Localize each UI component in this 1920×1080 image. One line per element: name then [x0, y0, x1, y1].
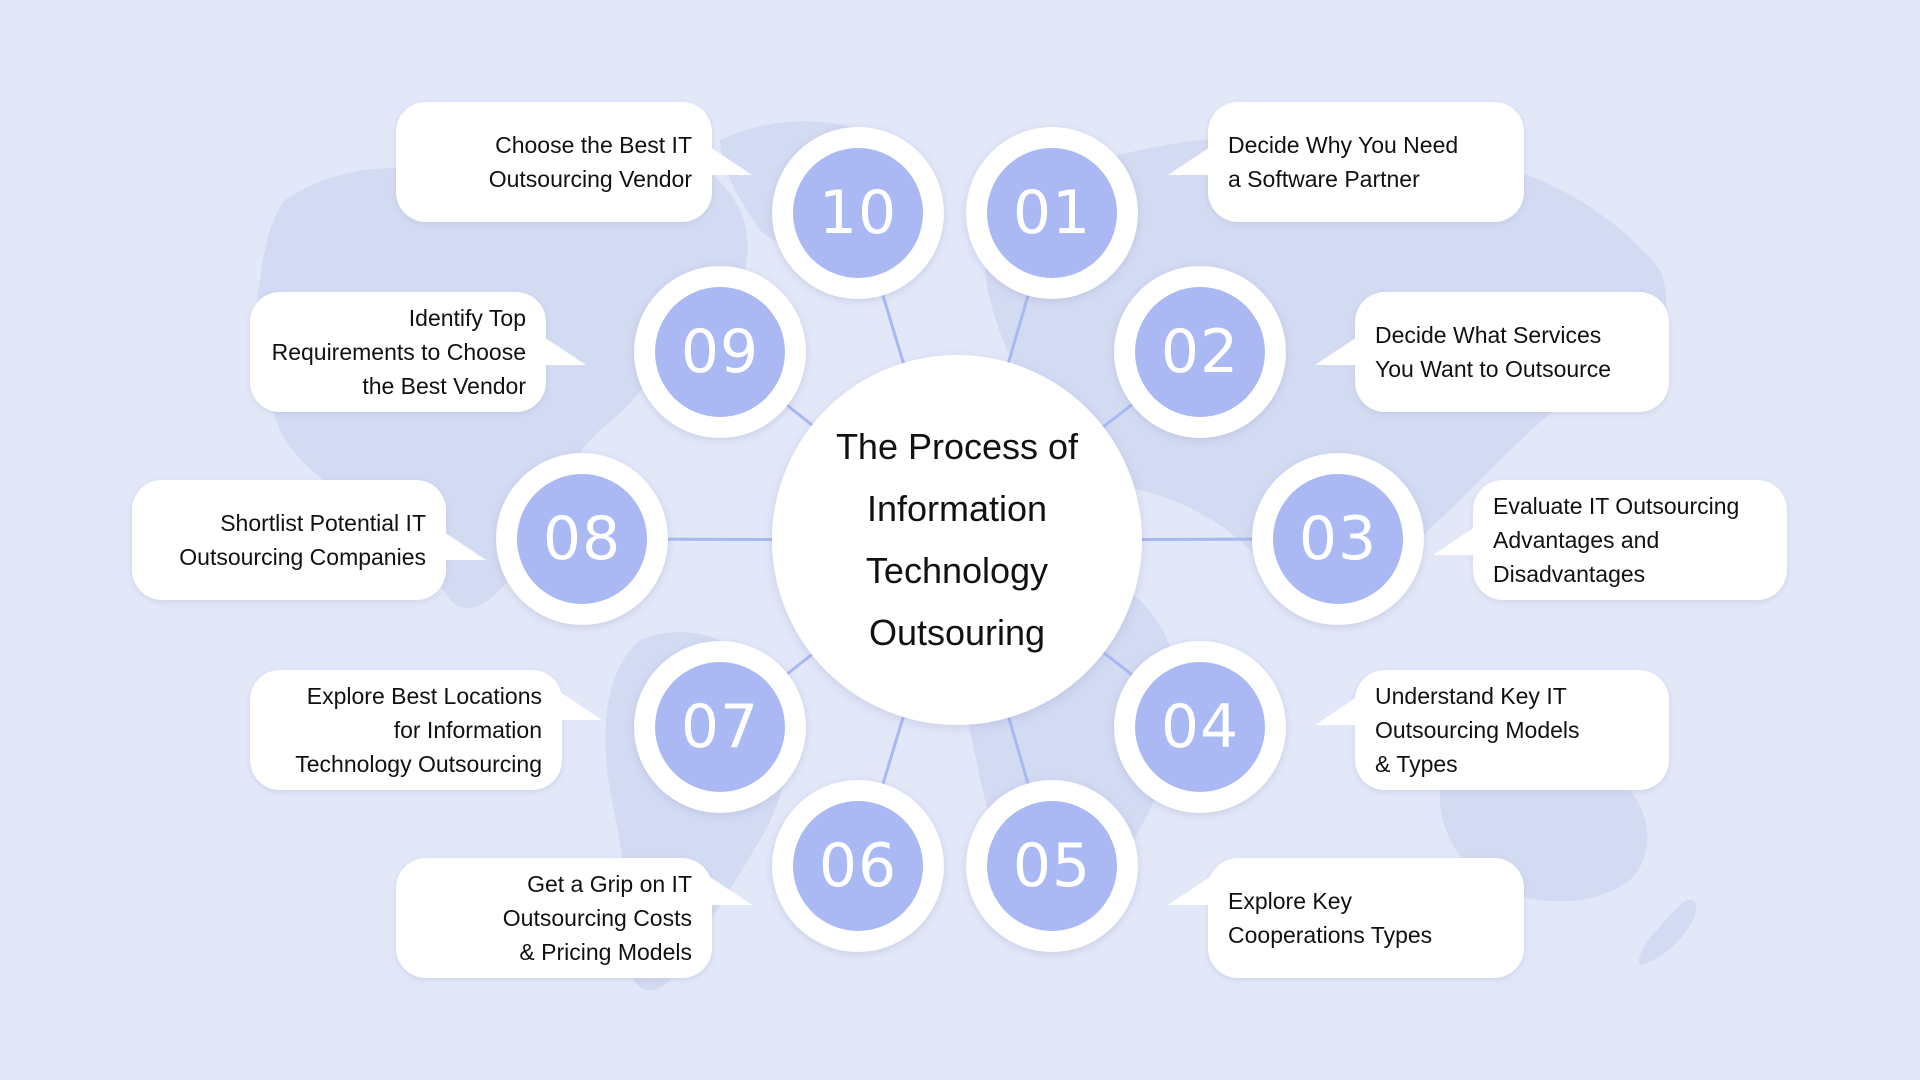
- step-number: 06: [793, 801, 923, 931]
- title-line-4: Outsouring: [868, 612, 1046, 653]
- step-node-02: 02: [1114, 266, 1286, 438]
- step-node-03: 03: [1252, 453, 1424, 625]
- callout-pointer: [1168, 877, 1210, 905]
- step-number: 01: [987, 148, 1117, 278]
- step-node-04: 04: [1114, 641, 1286, 813]
- process-diagram: Decide Why You Need a Software Partner De…: [0, 0, 1920, 1080]
- step-callout-06: Get a Grip on IT Outsourcing Costs & Pri…: [396, 858, 752, 978]
- step-label: Evaluate IT Outsourcing Advantages and D…: [1493, 493, 1740, 587]
- step-node-05: 05: [966, 780, 1138, 952]
- step-callout-07: Explore Best Locations for Information T…: [250, 670, 602, 790]
- step-label: Shortlist Potential IT Outsourcing Compa…: [179, 510, 426, 570]
- step-number: 04: [1135, 662, 1265, 792]
- step-number: 03: [1273, 474, 1403, 604]
- callout-pointer: [1315, 697, 1357, 725]
- callout-pointer: [710, 877, 752, 905]
- step-label: Explore Key Cooperations Types: [1228, 888, 1433, 948]
- callout-pointer: [560, 692, 602, 720]
- center-title: The Process of Information Technology Ou…: [772, 355, 1142, 725]
- step-label: Identify Top Requirements to Choose the …: [271, 305, 526, 399]
- step-node-07: 07: [634, 641, 806, 813]
- step-label: Decide Why You Need a Software Partner: [1228, 132, 1459, 192]
- step-node-10: 10: [772, 127, 944, 299]
- step-number: 07: [655, 662, 785, 792]
- callout-pointer: [444, 532, 486, 560]
- step-label: Get a Grip on IT Outsourcing Costs & Pri…: [502, 871, 692, 965]
- step-node-06: 06: [772, 780, 944, 952]
- callout-pointer: [544, 337, 586, 365]
- step-label: Explore Best Locations for Information T…: [295, 683, 542, 777]
- step-callout-08: Shortlist Potential IT Outsourcing Compa…: [132, 480, 486, 600]
- step-node-08: 08: [496, 453, 668, 625]
- step-callout-10: Choose the Best IT Outsourcing Vendor: [396, 102, 752, 222]
- step-callout-09: Identify Top Requirements to Choose the …: [250, 292, 586, 412]
- step-number: 08: [517, 474, 647, 604]
- step-callout-04: Understand Key IT Outsourcing Models & T…: [1315, 670, 1669, 790]
- callout-pointer: [1168, 147, 1210, 175]
- title-line-1: The Process of: [835, 426, 1079, 467]
- step-label: Understand Key IT Outsourcing Models & T…: [1375, 683, 1580, 777]
- step-number: 09: [655, 287, 785, 417]
- step-callout-05: Explore Key Cooperations Types: [1168, 858, 1524, 978]
- callout-pointer: [1315, 337, 1357, 365]
- step-number: 02: [1135, 287, 1265, 417]
- step-callout-03: Evaluate IT Outsourcing Advantages and D…: [1433, 480, 1787, 600]
- step-callout-02: Decide What Services You Want to Outsour…: [1315, 292, 1669, 412]
- step-number: 05: [987, 801, 1117, 931]
- step-node-09: 09: [634, 266, 806, 438]
- step-node-01: 01: [966, 127, 1138, 299]
- step-callout-01: Decide Why You Need a Software Partner: [1168, 102, 1524, 222]
- callout-pointer: [1433, 527, 1475, 555]
- title-line-2: Information: [866, 488, 1048, 529]
- title-line-3: Technology: [865, 550, 1049, 591]
- callout-pointer: [710, 147, 752, 175]
- step-label: Choose the Best IT Outsourcing Vendor: [488, 132, 692, 192]
- step-number: 10: [793, 148, 923, 278]
- step-label: Decide What Services You Want to Outsour…: [1375, 322, 1612, 382]
